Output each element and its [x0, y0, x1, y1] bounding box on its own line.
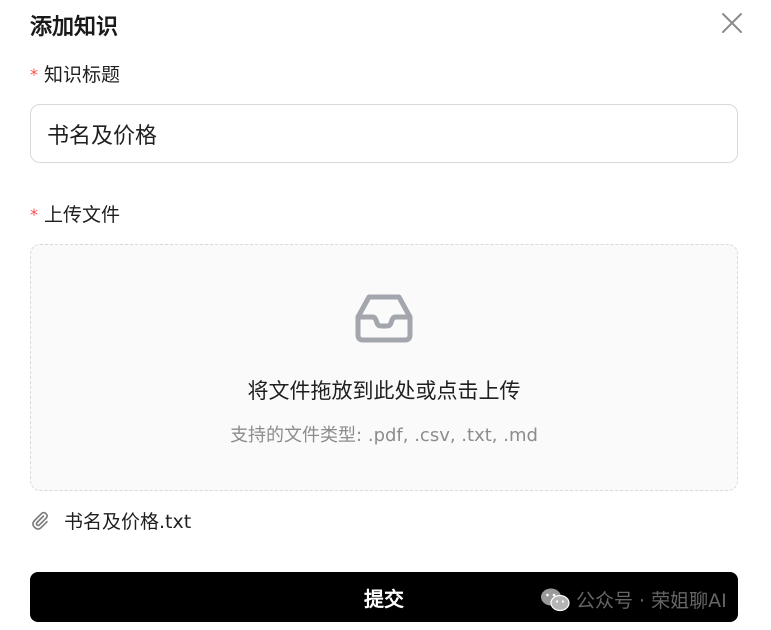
uploaded-file-name: 书名及价格.txt: [64, 510, 192, 533]
dropzone-title: 将文件拖放到此处或点击上传: [247, 379, 521, 403]
inbox-icon: [355, 294, 413, 343]
dialog-title: 添加知识: [30, 15, 119, 40]
knowledge-title-input[interactable]: [30, 104, 738, 163]
upload-label-text: 上传文件: [44, 204, 121, 226]
paperclip-icon: [32, 511, 48, 530]
title-label-text: 知识标题: [44, 64, 121, 86]
upload-field-label: * 上传文件: [30, 202, 120, 228]
close-icon: [722, 13, 742, 33]
close-button[interactable]: [718, 9, 746, 37]
dropzone-hint: 支持的文件类型: .pdf, .csv, .txt, .md: [230, 425, 538, 446]
required-mark: *: [30, 65, 38, 84]
title-field-label: * 知识标题: [30, 62, 120, 88]
add-knowledge-dialog: 添加知识 * 知识标题 * 上传文件 将文件拖放到此处或点击上传 支持的文件类型…: [0, 0, 771, 630]
required-mark: *: [30, 205, 38, 224]
uploaded-file-item[interactable]: 书名及价格.txt: [30, 506, 191, 534]
file-dropzone[interactable]: 将文件拖放到此处或点击上传 支持的文件类型: .pdf, .csv, .txt,…: [30, 244, 738, 491]
submit-button[interactable]: 提交: [30, 572, 738, 622]
